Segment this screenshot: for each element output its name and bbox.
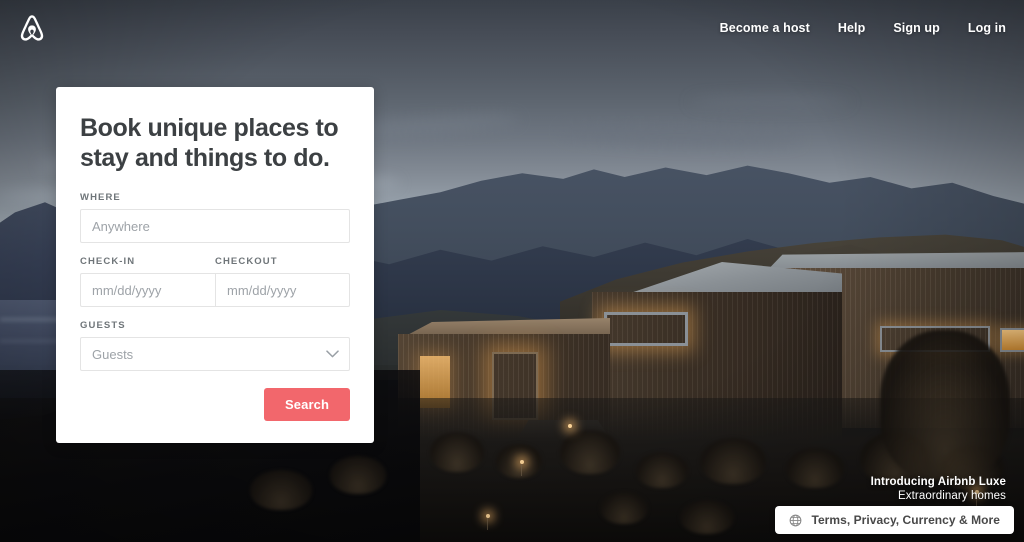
garden-light-post [487, 518, 488, 530]
nav-item-become-a-host[interactable]: Become a host [720, 21, 810, 35]
nav-item-log-in[interactable]: Log in [968, 21, 1006, 35]
terms-bar-label: Terms, Privacy, Currency & More [811, 513, 1000, 527]
luxe-promo[interactable]: Introducing Airbnb Luxe Extraordinary ho… [871, 476, 1006, 502]
guests-input[interactable] [80, 337, 350, 371]
garden-light-post [521, 464, 522, 476]
where-label: WHERE [80, 192, 121, 203]
card-actions: Search [80, 388, 350, 421]
tussock-grass [430, 432, 484, 472]
checkin-input[interactable] [80, 273, 215, 307]
lit-window [1000, 328, 1024, 352]
airbnb-belo-logo-icon[interactable] [12, 8, 52, 48]
nav-item-sign-up[interactable]: Sign up [893, 21, 940, 35]
page-root: Become a host Help Sign up Log in Book u… [0, 0, 1024, 542]
primary-navigation: Become a host Help Sign up Log in [720, 21, 1024, 35]
checkout-label: CHECKOUT [215, 256, 278, 267]
tussock-grass [880, 330, 1010, 480]
search-card: Book unique places to stay and things to… [56, 87, 374, 443]
tussock-grass [250, 470, 312, 510]
page-title: Book unique places to stay and things to… [80, 114, 339, 172]
luxe-promo-title: Introducing Airbnb Luxe [870, 476, 1006, 488]
tussock-grass [680, 500, 734, 534]
field-group-dates: CHECK-IN CHECKOUT [80, 256, 350, 307]
search-button[interactable]: Search [264, 388, 350, 421]
guests-select-wrapper [80, 337, 350, 371]
where-input[interactable] [80, 209, 350, 243]
field-group-checkin: CHECK-IN [80, 256, 215, 307]
terms-bar[interactable]: Terms, Privacy, Currency & More [775, 506, 1014, 534]
field-group-guests: GUESTS [80, 320, 350, 371]
guests-label: GUESTS [80, 320, 126, 331]
lit-window [604, 312, 688, 346]
tussock-grass [496, 444, 542, 478]
garden-light [568, 424, 572, 428]
tussock-grass [700, 438, 766, 484]
luxe-promo-subtitle: Extraordinary homes [898, 490, 1006, 502]
nav-item-help[interactable]: Help [838, 21, 866, 35]
globe-icon [789, 514, 802, 527]
field-group-checkout: CHECKOUT [215, 256, 350, 307]
checkin-label: CHECK-IN [80, 256, 136, 267]
field-group-where: WHERE [80, 192, 350, 243]
checkout-input[interactable] [215, 273, 350, 307]
site-header: Become a host Help Sign up Log in [0, 0, 1024, 56]
tussock-grass [600, 492, 648, 524]
tussock-grass [560, 430, 620, 474]
tussock-grass [330, 456, 386, 494]
tussock-grass [636, 452, 688, 488]
tussock-grass [786, 448, 844, 488]
